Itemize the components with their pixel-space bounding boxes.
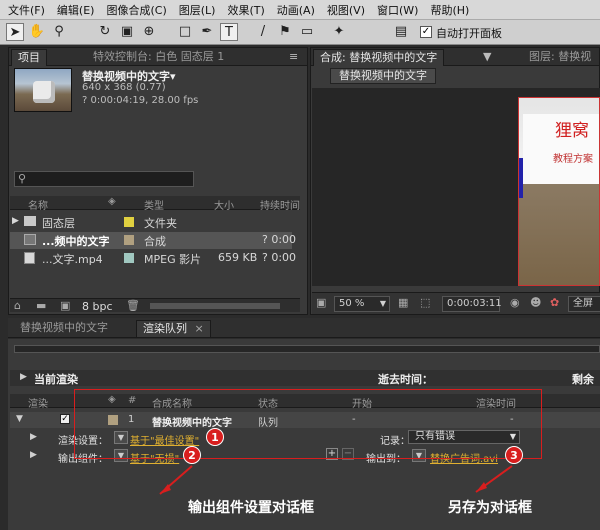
annotation-label-output-module: 输出组件设置对话框: [188, 500, 314, 516]
arrow-head-icon: [476, 482, 487, 492]
annotation-arrows: [159, 465, 513, 495]
annotation-label-save-as: 另存为对话框: [448, 500, 532, 516]
